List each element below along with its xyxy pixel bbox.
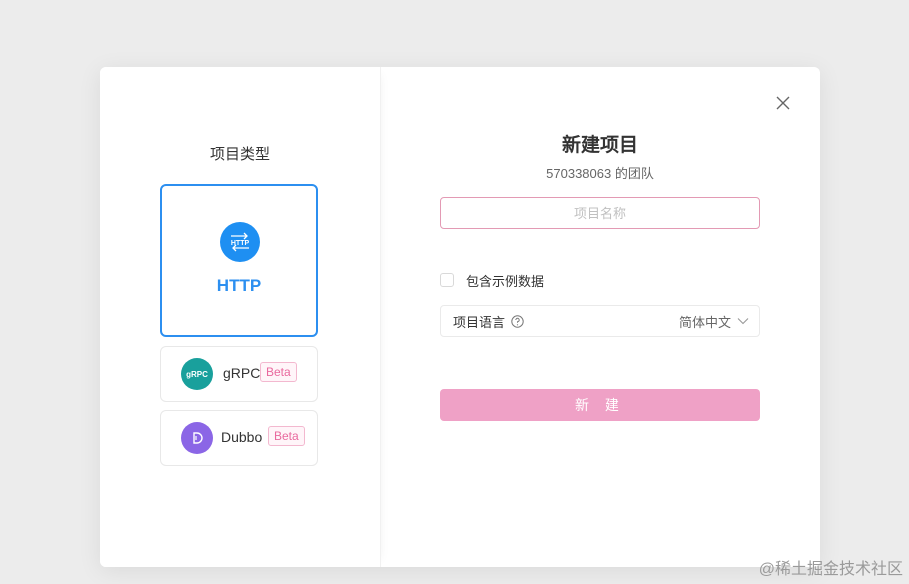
- create-button[interactable]: 新 建: [440, 389, 760, 421]
- grpc-icon: gRPC: [181, 358, 213, 390]
- close-icon[interactable]: [774, 94, 792, 112]
- project-name-input[interactable]: [440, 197, 760, 229]
- dialog-title: 新建项目: [561, 135, 638, 156]
- svg-text:HTTP: HTTP: [231, 240, 250, 247]
- dubbo-type-card[interactable]: Dubbo Beta: [160, 410, 318, 466]
- include-sample-data-checkbox[interactable]: [440, 273, 454, 287]
- project-type-panel: 项目类型 HTTP HTTP gRPC gRPC Beta Dubbo Beta: [100, 67, 381, 567]
- new-project-dialog: 项目类型 HTTP HTTP gRPC gRPC Beta Dubbo Beta…: [100, 67, 820, 567]
- project-language-value-wrap: 简体中文: [679, 312, 749, 331]
- project-language-label: 项目语言: [453, 314, 506, 330]
- http-type-card[interactable]: HTTP HTTP: [160, 184, 318, 337]
- grpc-beta-badge: Beta: [260, 362, 297, 382]
- dubbo-beta-badge: Beta: [268, 426, 305, 446]
- team-subtitle: 570338063 的团队: [546, 166, 654, 181]
- project-type-title: 项目类型: [209, 146, 270, 163]
- dubbo-type-label: Dubbo: [221, 429, 263, 445]
- project-language-value: 简体中文: [678, 314, 731, 330]
- http-icon: HTTP: [220, 222, 260, 262]
- include-sample-data-option[interactable]: 包含示例数据: [440, 271, 544, 289]
- watermark: @稀土掘金技术社区: [758, 561, 903, 578]
- include-sample-data-label: 包含示例数据: [466, 273, 545, 289]
- grpc-type-card[interactable]: gRPC gRPC Beta: [160, 346, 318, 402]
- dubbo-icon: [181, 422, 213, 454]
- project-language-label-wrap: 项目语言: [453, 312, 524, 331]
- http-type-label: HTTP: [216, 276, 262, 295]
- grpc-type-label: gRPC: [223, 365, 261, 381]
- question-circle-icon[interactable]: [511, 314, 524, 328]
- project-language-select[interactable]: 项目语言 简体中文: [440, 305, 760, 337]
- chevron-down-icon: [737, 317, 749, 325]
